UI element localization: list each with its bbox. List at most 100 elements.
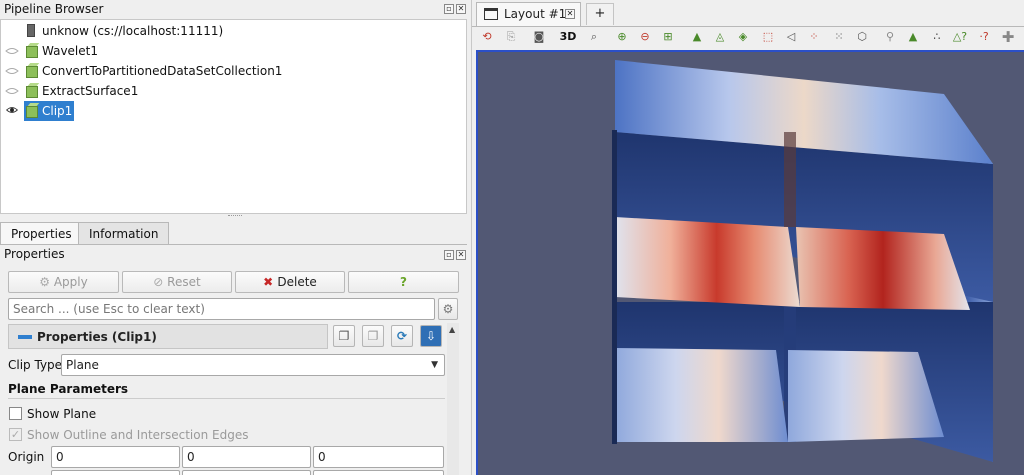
apply-button[interactable]: ⚙ Apply	[8, 271, 119, 293]
float-icon[interactable]: ▫	[444, 4, 454, 14]
reset-button[interactable]: ⊘ Reset	[122, 271, 232, 293]
hover-cells-icon[interactable]: ⬡	[854, 29, 870, 45]
delete-icon: ✖	[263, 275, 278, 289]
search-input[interactable]: Search ... (use Esc to clear text)	[8, 298, 435, 320]
pipeline-item-label: ConvertToPartitionedDataSetCollection1	[42, 64, 283, 78]
reset-icon: ⊘	[153, 275, 168, 289]
left-panel: Pipeline Browser ▫ ✕ unknow (cs://localh…	[0, 0, 470, 475]
cube-icon	[26, 106, 38, 118]
properties-section-header[interactable]: Properties (Clip1)	[8, 324, 328, 349]
close-icon[interactable]: ✕	[456, 4, 466, 14]
origin-y-input[interactable]: 0	[182, 446, 311, 468]
screenshot-icon[interactable]: ◙	[531, 29, 547, 45]
pipeline-item-clip1[interactable]: Clip1	[1, 101, 461, 121]
select-frustum-icon[interactable]: ◈	[735, 29, 751, 45]
normal-z-input[interactable]	[313, 470, 444, 475]
apply-icon: ⚙	[39, 275, 54, 289]
show-plane-label: Show Plane	[27, 407, 97, 421]
tab-information[interactable]: Information	[78, 222, 170, 244]
plane-parameters-heading: Plane Parameters	[8, 382, 129, 396]
apply-label: Apply	[53, 275, 88, 289]
layout-panel: Layout #1 ✕ + ⟲ ⎘ ◙ 3D ⌕ ⊕ ⊖ ⊞ ▲ ◬ ◈ ⬚ ◁…	[471, 0, 1024, 475]
server-label: unknow (cs://localhost:11111)	[42, 24, 224, 38]
reset-camera-icon[interactable]: ⟲	[479, 29, 495, 45]
scroll-up-icon[interactable]: ▲	[449, 325, 455, 334]
extract-selection-icon[interactable]: △?	[952, 29, 968, 45]
clip-type-value: Plane	[66, 358, 99, 372]
pipeline-tree: unknow (cs://localhost:11111) Wavelet1 C…	[0, 19, 467, 214]
clip-type-select[interactable]: Plane ▼	[61, 354, 445, 376]
select-polygon-icon[interactable]: ◁	[783, 29, 799, 45]
window-icon	[484, 8, 498, 20]
origin-label: Origin	[8, 450, 45, 464]
tab-divider	[472, 26, 1024, 27]
close-icon[interactable]: ✕	[565, 9, 575, 19]
divider	[8, 398, 445, 399]
server-icon	[27, 24, 35, 37]
cube-icon	[26, 86, 38, 98]
copy-icon[interactable]: ❐	[333, 325, 355, 347]
paste-icon[interactable]: ❐	[362, 325, 384, 347]
delete-button[interactable]: ✖ Delete	[235, 271, 345, 293]
pipeline-item-extractsurface[interactable]: ExtractSurface1	[1, 81, 461, 101]
show-plane-checkbox[interactable]	[9, 407, 22, 420]
delete-label: Delete	[277, 275, 317, 289]
normal-y-input[interactable]	[182, 470, 311, 475]
select-points-icon[interactable]: ◬	[712, 29, 728, 45]
eye-closed-icon[interactable]	[5, 47, 19, 55]
layout-tab-label: Layout #1	[504, 7, 567, 21]
clip-type-label: Clip Type	[8, 358, 63, 372]
server-item[interactable]: unknow (cs://localhost:11111)	[27, 21, 223, 41]
refresh-icon[interactable]: ⟳	[391, 325, 413, 347]
select-block-icon[interactable]: ⬚	[760, 29, 776, 45]
magnify-icon[interactable]: ⚲	[882, 29, 898, 45]
tab-divider	[0, 244, 467, 245]
add-icon[interactable]: ✚	[1000, 29, 1016, 45]
select-cells-icon[interactable]: ▲	[689, 29, 705, 45]
save-icon[interactable]: ⇩	[420, 325, 442, 347]
chevron-down-icon: ▼	[431, 360, 438, 370]
pipeline-item-wavelet1[interactable]: Wavelet1	[1, 41, 461, 61]
clear-selection-icon[interactable]: ·?	[976, 29, 992, 45]
show-outline-checkbox[interactable]: ✓	[9, 428, 22, 441]
pipeline-browser-title: Pipeline Browser	[0, 0, 467, 19]
pipeline-item-label: Clip1	[42, 104, 73, 118]
shrink-selection-icon[interactable]: ∴	[929, 29, 945, 45]
clipped-volume	[612, 60, 993, 462]
grow-selection-icon[interactable]: ▲	[905, 29, 921, 45]
eye-open-icon[interactable]	[5, 106, 19, 114]
close-icon[interactable]: ✕	[456, 250, 466, 260]
pipeline-item-convert[interactable]: ConvertToPartitionedDataSetCollection1	[1, 61, 461, 81]
tab-layout-1[interactable]: Layout #1 ✕	[476, 2, 581, 26]
float-icon[interactable]: ▫	[444, 250, 454, 260]
reset-label: Reset	[167, 275, 201, 289]
origin-z-input[interactable]: 0	[313, 446, 444, 468]
splitter-handle[interactable]	[228, 215, 242, 218]
collapse-icon	[18, 335, 32, 339]
add-tab-button[interactable]: +	[586, 3, 614, 25]
hover-points-icon[interactable]: ⁙	[831, 29, 847, 45]
eye-closed-icon[interactable]	[5, 87, 19, 95]
scrollbar[interactable]: ▲	[447, 323, 459, 475]
capture-icon[interactable]: ⎘	[503, 29, 519, 45]
gear-icon[interactable]: ⚙	[438, 298, 458, 320]
eye-closed-icon[interactable]	[5, 67, 19, 75]
normal-x-input[interactable]	[51, 470, 180, 475]
orient-minus-x-icon[interactable]: ⊖	[637, 29, 653, 45]
section-header-label: Properties (Clip1)	[37, 330, 157, 344]
cube-icon	[26, 66, 38, 78]
orient-axis-icon[interactable]: ⊞	[660, 29, 676, 45]
interactive-select-icon[interactable]: ⁘	[806, 29, 822, 45]
cube-icon	[26, 46, 38, 58]
pipeline-item-label: Wavelet1	[42, 44, 98, 58]
tab-properties[interactable]: Properties	[0, 222, 83, 245]
zoom-to-data-icon[interactable]: ⌕	[586, 29, 602, 45]
properties-title: Properties	[4, 247, 65, 261]
3d-toggle-button[interactable]: 3D	[558, 29, 578, 45]
help-button[interactable]: ?	[348, 271, 459, 293]
render-view[interactable]	[476, 50, 1024, 475]
origin-x-input[interactable]: 0	[51, 446, 180, 468]
pipeline-item-label: ExtractSurface1	[42, 84, 139, 98]
show-outline-label: Show Outline and Intersection Edges	[27, 428, 249, 442]
orient-plus-x-icon[interactable]: ⊕	[614, 29, 630, 45]
